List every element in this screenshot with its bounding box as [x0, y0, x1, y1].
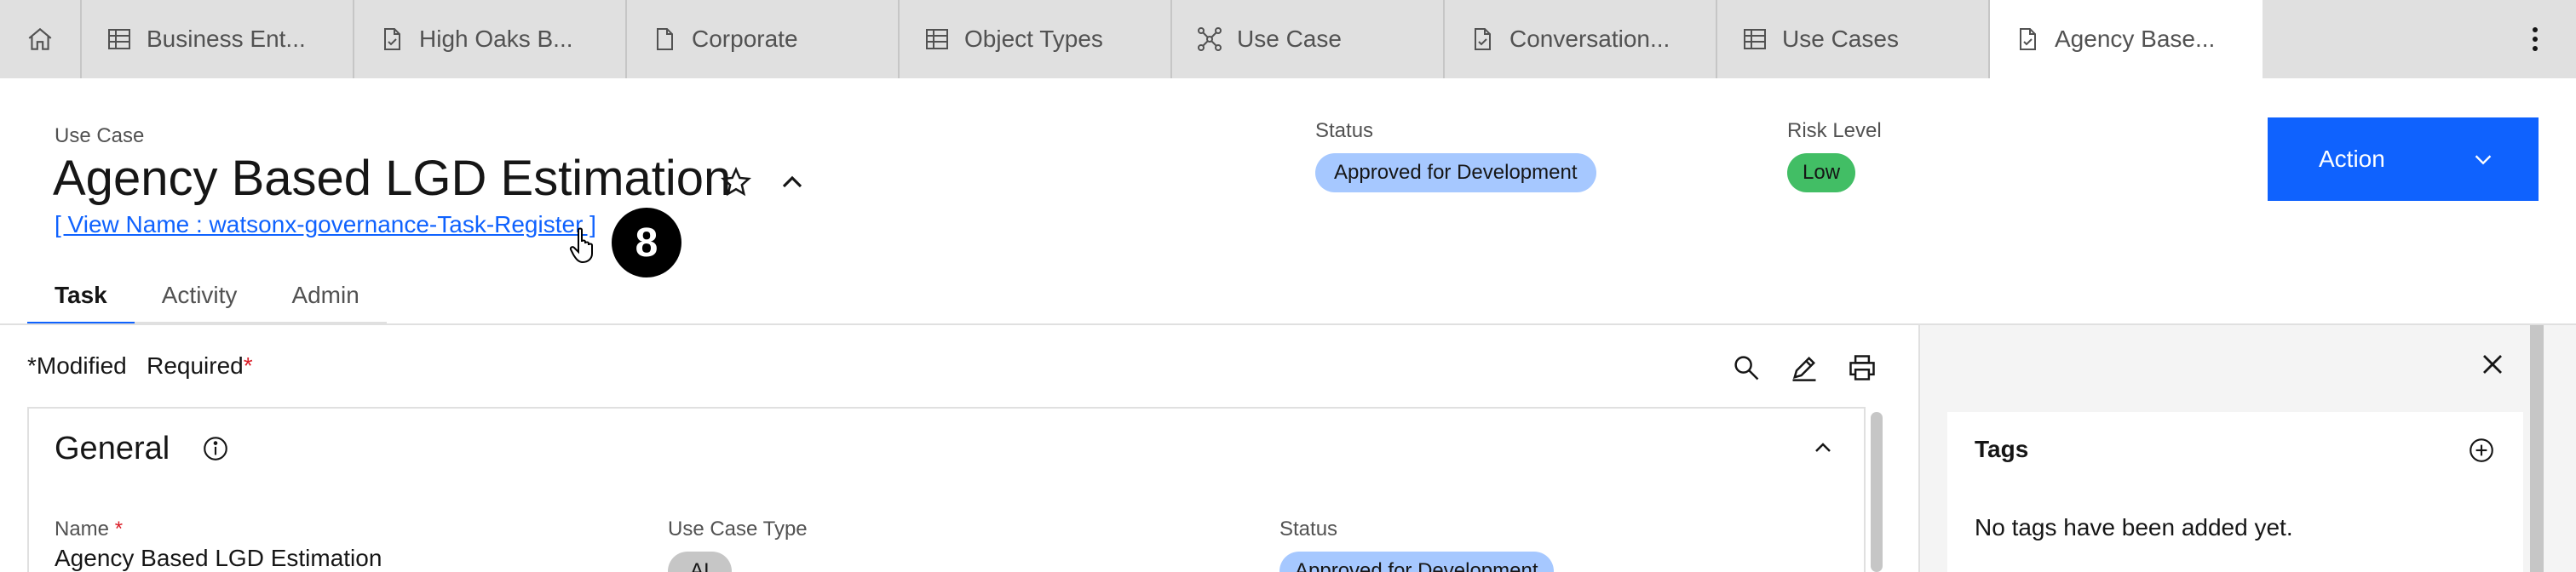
required-label: Required	[147, 352, 244, 379]
home-tab[interactable]	[0, 0, 82, 78]
pointer-cursor-icon	[569, 227, 593, 264]
required-mark: *	[243, 352, 253, 379]
document-check-icon	[384, 28, 400, 50]
tab-label: Business Ent...	[147, 26, 306, 52]
step-badge: 8	[612, 208, 681, 277]
tab-use-cases[interactable]: Use Cases	[1717, 0, 1990, 78]
risk-level-label: Risk Level	[1787, 119, 1882, 142]
tab-conversation[interactable]: Conversation...	[1445, 0, 1717, 78]
close-icon[interactable]	[2475, 347, 2510, 381]
network-icon	[1198, 27, 1222, 51]
tab-corporate[interactable]: Corporate	[627, 0, 900, 78]
name-field-value[interactable]: Agency Based LGD Estimation	[55, 545, 382, 572]
content-tabs: Task Activity Admin	[27, 269, 387, 325]
field-legend: *Modified Required*	[27, 352, 253, 380]
tab-business-entities[interactable]: Business Ent...	[82, 0, 354, 78]
status-label: Status	[1315, 119, 1374, 142]
name-label-text: Name	[55, 518, 110, 541]
status-field-badge: Approved for Development	[1279, 552, 1554, 572]
tab-label: Object Types	[964, 26, 1103, 52]
chevron-up-icon[interactable]	[775, 165, 809, 199]
tab-activity[interactable]: Activity	[134, 269, 265, 325]
add-tag-icon[interactable]	[2467, 436, 2496, 465]
tab-bar: Business Ent... High Oaks B... Corporate…	[0, 0, 2576, 78]
risk-level-badge: Low	[1787, 153, 1856, 192]
required-mark: *	[114, 518, 124, 541]
table-icon	[926, 29, 948, 49]
overflow-menu-icon	[2533, 27, 2538, 51]
print-icon[interactable]	[1847, 352, 1877, 383]
info-icon[interactable]	[201, 434, 230, 463]
tab-label: Use Case	[1237, 26, 1342, 52]
action-button[interactable]: Action	[2268, 117, 2539, 201]
content-scrollbar[interactable]	[1871, 412, 1883, 572]
tab-high-oaks[interactable]: High Oaks B...	[354, 0, 627, 78]
tab-label: Use Cases	[1782, 26, 1899, 52]
action-button-label: Action	[2319, 146, 2385, 172]
tags-card	[1947, 412, 2523, 572]
name-field-label: Name *	[55, 518, 123, 541]
star-icon[interactable]	[719, 165, 753, 199]
document-check-icon	[1475, 28, 1491, 50]
tab-label: Agency Base...	[2055, 26, 2216, 52]
modified-label: Modified	[36, 352, 127, 379]
tab-task[interactable]: Task	[27, 269, 135, 325]
tab-overflow-button[interactable]	[2494, 0, 2576, 78]
modified-mark: *	[27, 352, 37, 379]
use-case-type-tag: AI	[668, 552, 732, 572]
view-name-link[interactable]: [ View Name : watsonx-governance-Task-Re…	[55, 211, 596, 238]
tab-agency-based[interactable]: Agency Base...	[1990, 0, 2263, 78]
status-badge: Approved for Development	[1315, 153, 1596, 192]
tags-title: Tags	[1975, 436, 2029, 462]
tab-label: High Oaks B...	[419, 26, 573, 52]
document-icon	[657, 28, 673, 50]
page-title: Agency Based LGD Estimation	[53, 151, 732, 206]
chevron-down-icon	[2475, 155, 2492, 165]
search-icon[interactable]	[1731, 352, 1762, 383]
tab-admin[interactable]: Admin	[264, 269, 387, 325]
tags-empty-message: No tags have been added yet.	[1975, 514, 2293, 541]
document-check-icon	[2020, 28, 2036, 50]
object-type-label: Use Case	[55, 124, 145, 147]
status-field-label: Status	[1279, 518, 1338, 541]
home-icon	[28, 27, 52, 50]
tab-object-types[interactable]: Object Types	[900, 0, 1172, 78]
table-icon	[1744, 29, 1766, 49]
table-icon	[108, 29, 130, 49]
side-panel-scrollbar[interactable]	[2530, 325, 2544, 572]
tab-label: Conversation...	[1509, 26, 1670, 52]
tab-label: Corporate	[692, 26, 798, 52]
chevron-up-icon[interactable]	[1809, 434, 1837, 461]
edit-icon[interactable]	[1789, 352, 1820, 383]
use-case-type-label: Use Case Type	[668, 518, 808, 541]
section-title: General	[55, 431, 170, 466]
tab-use-case[interactable]: Use Case	[1172, 0, 1445, 78]
